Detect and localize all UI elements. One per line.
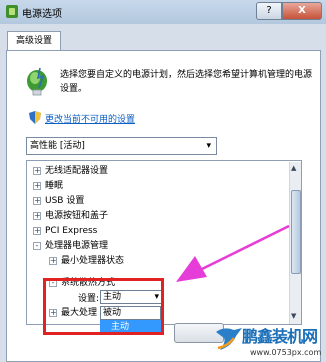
tree-item[interactable]: + 电源按钮和盖子 [33, 209, 108, 223]
help-button[interactable]: ? [256, 2, 282, 20]
tree-item[interactable]: + 最小处理器状态 [49, 254, 124, 268]
tree-item[interactable]: + 睡眠 [33, 179, 63, 193]
window-title: 电源选项 [22, 9, 62, 20]
shield-icon [29, 111, 41, 124]
expand-icon[interactable]: + [33, 212, 41, 220]
expand-icon[interactable]: + [33, 227, 41, 235]
close-button[interactable]: X [282, 2, 322, 20]
description-text: 选择您要自定义的电源计划，然后选择您希望计算机管理的电源设置。 [60, 70, 313, 94]
expand-icon[interactable]: + [33, 182, 41, 190]
expand-icon[interactable]: + [33, 167, 41, 175]
chevron-down-icon: ▾ [206, 141, 211, 151]
watermark-name: 鹏鑫装机网 [242, 327, 318, 346]
tree-item[interactable]: + PCI Express [33, 224, 97, 238]
scroll-thumb[interactable] [291, 190, 301, 274]
change-settings-link[interactable]: 更改当前不可用的设置 [45, 112, 135, 125]
tree-item[interactable]: + USB 设置 [33, 194, 84, 208]
watermark-logo-icon [216, 328, 242, 350]
scroll-down-icon[interactable]: ▼ [291, 312, 296, 320]
scroll-up-icon[interactable]: ▲ [291, 164, 296, 172]
tree-item-label: 睡眠 [45, 181, 64, 191]
tree-item-label: PCI Express [45, 226, 98, 236]
tree-item-label: 处理器电源管理 [45, 241, 109, 251]
tree-item[interactable]: + 无线适配器设置 [33, 164, 108, 178]
watermark-url: www.0753px.com [250, 348, 322, 357]
tree-item-label: 电源按钮和盖子 [45, 211, 109, 221]
expand-icon[interactable]: + [33, 197, 41, 205]
tree-item-label: USB 设置 [45, 196, 85, 206]
power-options-icon [6, 5, 18, 18]
power-plan-icon [27, 67, 47, 96]
collapse-icon[interactable]: - [33, 242, 41, 250]
tree-item[interactable]: - 处理器电源管理 [33, 239, 108, 253]
tree-item-label: 无线适配器设置 [45, 166, 109, 176]
expand-icon[interactable]: + [49, 257, 57, 265]
highlight-box [43, 278, 164, 335]
watermark: 鹏鑫装机网 www.0753px.com [212, 322, 326, 361]
tab-advanced-settings[interactable]: 高级设置 [7, 31, 61, 51]
tree-scrollbar[interactable]: ▲ ▼ [289, 162, 301, 324]
power-plan-select[interactable]: 高性能 [活动] ▾ [26, 137, 217, 155]
tree-item-label: 最小处理器状态 [61, 256, 125, 266]
power-plan-value: 高性能 [活动] [30, 141, 85, 151]
title-bar: 电源选项 ? X [0, 0, 326, 24]
